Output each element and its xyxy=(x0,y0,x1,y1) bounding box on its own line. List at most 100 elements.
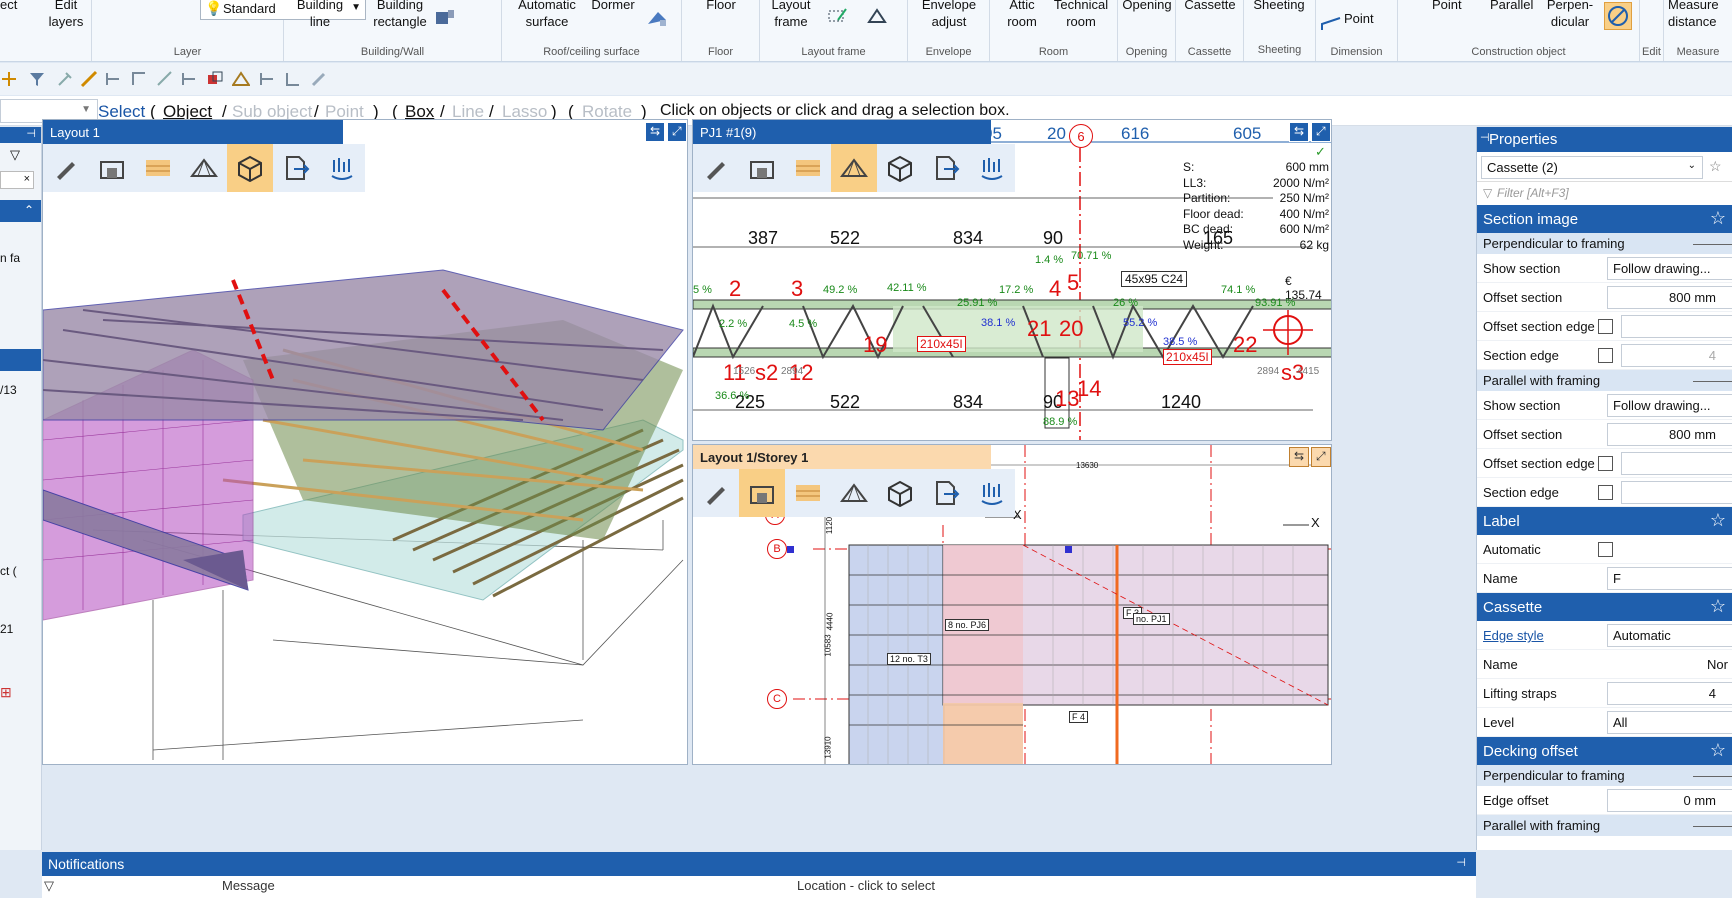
star-icon[interactable]: ☆ xyxy=(1710,740,1726,761)
roof-view-button[interactable] xyxy=(831,469,877,517)
decking-offset-header[interactable]: Decking offset ☆ xyxy=(1477,737,1732,765)
parallel-button[interactable]: Parallel xyxy=(1490,0,1533,13)
truss-icon[interactable] xyxy=(232,70,250,88)
automatic-checkbox[interactable] xyxy=(1598,542,1613,557)
layout-3d-view[interactable]: Layout 1 ⇆ ⤢ xyxy=(42,119,688,765)
maximize-view-button[interactable]: ⤢ xyxy=(1311,447,1331,467)
sheeting-button[interactable]: Sheeting xyxy=(1250,0,1308,13)
perpendicular-button[interactable]: Perpen-dicular xyxy=(1546,0,1594,30)
label-name-field[interactable]: F xyxy=(1607,567,1732,590)
label-header[interactable]: Label ☆ xyxy=(1477,507,1732,535)
chevron-up-icon[interactable]: ⌃ xyxy=(24,203,34,217)
ruler-icon[interactable] xyxy=(80,70,98,88)
section-edge-checkbox[interactable] xyxy=(1598,348,1613,363)
star-icon[interactable]: ☆ xyxy=(1709,158,1722,175)
3d-view-button[interactable] xyxy=(227,144,273,192)
envelope-adjust-button[interactable]: Envelope adjust xyxy=(912,0,986,30)
offset-section-edge-field[interactable] xyxy=(1621,315,1732,338)
offset-section-edge-checkbox[interactable] xyxy=(1598,456,1613,471)
plan-view[interactable]: 13630 X X A B C 1120 4440 10583 13910 8 … xyxy=(692,444,1332,765)
roof-view-button[interactable] xyxy=(831,144,877,192)
construction-point-button[interactable]: Point xyxy=(1432,0,1462,13)
layout-frame-button[interactable]: Layout frame xyxy=(766,0,816,30)
edit-layers-button[interactable]: Edit layers xyxy=(48,0,84,30)
frame-edit-icon[interactable] xyxy=(826,6,848,24)
section-view[interactable]: 05 20 616 605 6 S: 600 mm LL3: 2000 N/m² P… xyxy=(692,119,1332,441)
extend-icon[interactable] xyxy=(180,70,198,88)
attic-room-button[interactable]: Attic room xyxy=(1000,0,1044,30)
offset-section-edge-checkbox[interactable] xyxy=(1598,319,1613,334)
section-view-button[interactable] xyxy=(785,144,831,192)
filter-select-icon[interactable] xyxy=(28,70,46,88)
analysis-button[interactable] xyxy=(319,144,365,192)
section-edge-checkbox[interactable] xyxy=(1598,485,1613,500)
bracket-icon[interactable] xyxy=(258,70,276,88)
trim-icon[interactable] xyxy=(156,70,174,88)
swap-view-button[interactable]: ⇆ xyxy=(645,122,665,142)
3d-view-button[interactable] xyxy=(877,144,923,192)
left-search-input[interactable]: × xyxy=(0,171,34,189)
edit-tool-button[interactable] xyxy=(693,144,739,192)
snap-icon[interactable] xyxy=(0,70,18,88)
pin-icon[interactable]: ⊣ xyxy=(1480,131,1490,144)
hammer-icon[interactable] xyxy=(56,70,74,88)
pin-icon[interactable]: ⊣ xyxy=(1456,856,1466,869)
edge-style-dropdown[interactable]: Automatic xyxy=(1607,624,1732,647)
section-edge-field[interactable]: 4 xyxy=(1621,344,1732,367)
dormer-button[interactable]: Dormer xyxy=(588,0,638,13)
section-image-header[interactable]: Section image ☆ xyxy=(1477,205,1732,233)
filter-icon[interactable]: ▽ xyxy=(44,878,54,894)
wall-tool-icon[interactable] xyxy=(434,8,456,26)
show-section-dropdown[interactable]: Follow drawing... xyxy=(1607,257,1732,280)
star-icon[interactable]: ☆ xyxy=(1710,208,1726,229)
export-button[interactable] xyxy=(273,144,319,192)
filter-icon[interactable]: ▽ xyxy=(10,147,20,163)
export-button[interactable] xyxy=(923,469,969,517)
roof-view-button[interactable] xyxy=(181,144,227,192)
show-section-dropdown[interactable]: Follow drawing... xyxy=(1607,394,1732,417)
3d-view-button[interactable] xyxy=(877,469,923,517)
cassette-header[interactable]: Cassette ☆ xyxy=(1477,593,1732,621)
analysis-button[interactable] xyxy=(969,144,1015,192)
filter-row[interactable]: ▽ Filter [Alt+F3] xyxy=(1477,181,1732,205)
construction-active-tool[interactable] xyxy=(1604,2,1632,30)
ribbon-button-ect[interactable]: ect xyxy=(0,0,17,13)
export-button[interactable] xyxy=(923,144,969,192)
automatic-surface-button[interactable]: Automatic surface xyxy=(510,0,584,30)
copy-icon[interactable] xyxy=(206,70,224,88)
cassette-button[interactable]: Cassette xyxy=(1182,0,1238,13)
edge-style-link[interactable]: Edge style xyxy=(1483,628,1544,643)
dimension-point-button[interactable]: Point xyxy=(1344,10,1374,27)
plan-view-button[interactable] xyxy=(739,144,785,192)
swap-view-button[interactable]: ⇆ xyxy=(1289,122,1309,142)
column-header-location[interactable]: Location - click to select xyxy=(797,878,935,893)
3d-model-canvas[interactable] xyxy=(43,120,688,765)
plan-view-button[interactable] xyxy=(739,469,785,517)
maximize-view-button[interactable]: ⤢ xyxy=(667,122,687,142)
offset-section-field[interactable]: 800 mm xyxy=(1607,286,1732,309)
column-header-message[interactable]: Message xyxy=(222,878,275,893)
floor-button[interactable]: Floor xyxy=(696,0,746,13)
plan-view-button[interactable] xyxy=(89,144,135,192)
brush-icon[interactable] xyxy=(310,70,328,88)
swap-view-button[interactable]: ⇆ xyxy=(1289,447,1309,467)
technical-room-button[interactable]: Technical room xyxy=(1048,0,1114,30)
edit-tool-button[interactable] xyxy=(43,144,89,192)
edge-offset-field[interactable]: 0 mm xyxy=(1607,789,1732,812)
edit-tool-button[interactable] xyxy=(693,469,739,517)
opening-button[interactable]: Opening xyxy=(1122,0,1172,13)
close-icon[interactable]: × xyxy=(24,173,30,185)
measure-distance-button[interactable]: Measure distance xyxy=(1668,0,1732,30)
align-icon[interactable] xyxy=(104,70,122,88)
joint-icon[interactable] xyxy=(284,70,302,88)
analysis-button[interactable] xyxy=(969,469,1015,517)
offset-section-field[interactable]: 800 mm xyxy=(1607,423,1732,446)
building-line-button[interactable]: Building line xyxy=(294,0,346,30)
roof-tool-icon[interactable] xyxy=(646,8,668,26)
pin-icon[interactable]: ⊣ xyxy=(26,127,36,140)
selection-dropdown[interactable]: Cassette (2) ⌄ xyxy=(1481,156,1703,179)
maximize-view-button[interactable]: ⤢ xyxy=(1311,122,1331,142)
frame-adjust-icon[interactable] xyxy=(866,6,888,24)
building-rectangle-button[interactable]: Building rectangle xyxy=(360,0,440,30)
lifting-straps-field[interactable]: 4 xyxy=(1607,682,1732,705)
